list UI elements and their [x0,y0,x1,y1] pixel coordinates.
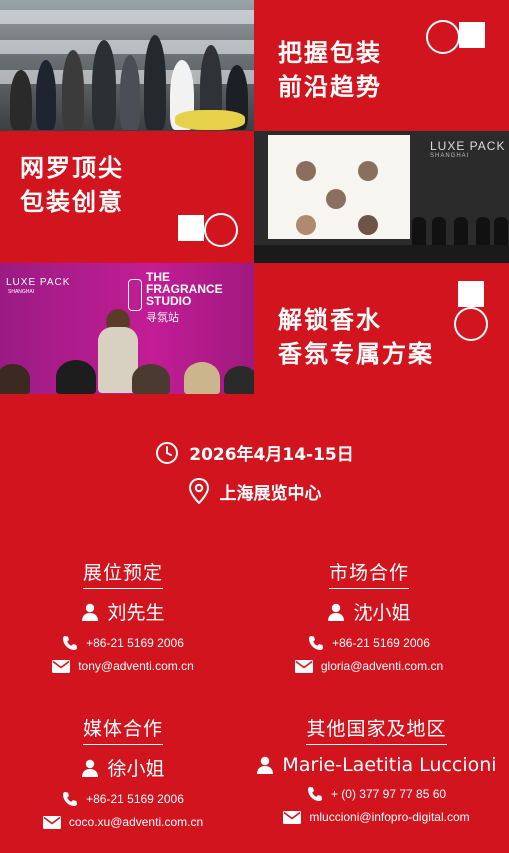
trends-line-1: 把握包装 [278,39,382,67]
user-icon [82,603,99,621]
contact-title: 其他国家及地区 [306,714,447,745]
mail-icon [294,659,313,673]
contact-phone-row: + (0) 377 97 77 85 60 [254,786,499,802]
mail-icon [283,810,302,824]
contact-name: 沈小姐 [353,602,411,624]
trends-line-2: 前沿趋势 [278,73,382,101]
luxe-pack-logo: LUXE PACK [6,277,71,288]
contact-name-row: 徐小姐 [8,754,238,781]
phone-icon [309,636,324,650]
creativity-line-2: 包装创意 [20,188,124,216]
luxe-pack-city: SHANGHAI [8,289,35,295]
mail-icon [42,815,61,829]
contact-email[interactable]: tony@adventi.com.cn [78,659,194,673]
luxe-pack-logo: LUXE PACK [430,139,506,153]
contact-email[interactable]: coco.xu@adventi.com.cn [69,815,203,829]
perfume-bottle-icon [128,279,142,311]
contact-card: 展位预定 刘先生 +86-21 5169 2006 tony@adventi.c… [8,558,238,673]
contact-name-row: 沈小姐 [254,598,484,625]
contact-email-row: coco.xu@adventi.com.cn [8,815,238,829]
trends-headline: 把握包装 前沿趋势 [278,36,382,104]
contact-title: 市场合作 [328,558,409,589]
fragrance-studio-photo: LUXE PACK SHANGHAI THE FRAGRANCE STUDIO … [0,263,254,394]
creativity-panel: 网罗顶尖 包装创意 [0,131,254,263]
event-venue-row: 上海展览中心 [0,478,509,504]
contact-email-row: tony@adventi.com.cn [8,659,238,673]
luxe-pack-city: SHANGHAI [430,153,470,159]
square-ornament [458,281,484,307]
contact-card: 市场合作 沈小姐 +86-21 5169 2006 gloria@adventi… [254,558,484,673]
contact-phone-row: +86-21 5169 2006 [8,791,238,807]
fragrance-line-1: 解锁香水 [278,306,382,334]
contact-name: 徐小姐 [107,758,165,780]
studio-name-cn: 寻氛站 [146,311,179,324]
collage: 把握包装 前沿趋势 网罗顶尖 包装创意 LUXE PACK SHANGHAI L… [0,0,509,394]
contact-title: 展位预定 [82,558,163,589]
expo-crowd-photo [0,0,254,131]
mail-icon [52,659,71,673]
contact-name-row: 刘先生 [8,598,238,625]
contact-phone[interactable]: + (0) 377 97 77 85 60 [331,787,446,801]
user-icon [328,603,345,621]
contact-title: 媒体合作 [82,714,163,745]
contact-phone[interactable]: +86-21 5169 2006 [86,636,184,650]
creativity-line-1: 网罗顶尖 [20,154,124,182]
clock-icon [156,441,179,464]
contact-email-row: gloria@adventi.com.cn [254,659,484,673]
contact-phone[interactable]: +86-21 5169 2006 [332,636,430,650]
fragrance-line-2: 香氛专属方案 [278,340,434,368]
presentation-screen [268,135,410,239]
event-date-row: 2026年4月14-15日 [0,440,509,465]
contact-name-row: Marie-Laetitia Luccioni [254,754,499,776]
trends-panel: 把握包装 前沿趋势 [254,0,509,131]
contact-phone-row: +86-21 5169 2006 [254,635,484,651]
contact-card: 媒体合作 徐小姐 +86-21 5169 2006 coco.xu@advent… [8,714,238,829]
contact-phone[interactable]: +86-21 5169 2006 [86,792,184,806]
circle-ornament [426,20,460,54]
fragrance-headline: 解锁香水 香氛专属方案 [278,303,434,371]
user-icon [82,759,99,777]
square-ornament [178,215,204,241]
event-date: 2026年4月14-15日 [189,445,354,465]
contact-email[interactable]: mluccioni@infopro-digital.com [309,810,469,824]
phone-icon [63,636,78,650]
fragrance-panel: 解锁香水 香氛专属方案 [254,263,509,394]
square-ornament [459,22,485,48]
event-venue: 上海展览中心 [219,483,322,504]
contact-phone-row: +86-21 5169 2006 [8,635,238,651]
circle-ornament [454,307,488,341]
phone-icon [307,787,322,801]
contact-name: Marie-Laetitia Luccioni [282,754,497,776]
circle-ornament [204,213,238,247]
conference-photo: LUXE PACK SHANGHAI [254,131,509,263]
contact-email-row: mluccioni@infopro-digital.com [254,810,499,824]
creativity-headline: 网罗顶尖 包装创意 [20,151,124,219]
user-icon [257,756,274,774]
phone-icon [63,792,78,806]
contact-name: 刘先生 [107,602,165,624]
contact-card: 其他国家及地区 Marie-Laetitia Luccioni + (0) 37… [254,714,499,824]
location-pin-icon [188,478,209,504]
contact-email[interactable]: gloria@adventi.com.cn [321,659,443,673]
studio-name: THE FRAGRANCE STUDIO [146,270,223,308]
